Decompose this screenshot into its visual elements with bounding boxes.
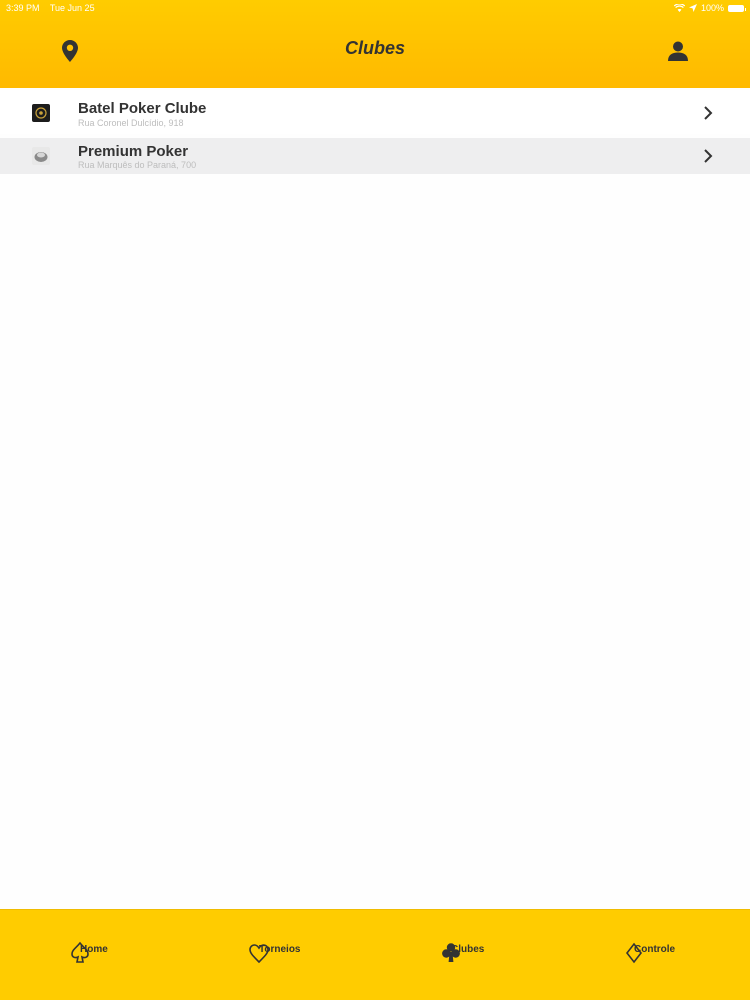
user-icon (668, 41, 688, 61)
status-time: 3:39 PM (6, 3, 40, 13)
club-list: Batel Poker Clube Rua Coronel Dulcídio, … (0, 90, 750, 174)
club-name: Batel Poker Clube (78, 100, 206, 117)
chevron-right-icon (700, 148, 716, 164)
tab-label: Torneios (259, 944, 300, 955)
club-address: Rua Marquês do Paraná, 700 (78, 160, 196, 170)
club-name: Premium Poker (78, 143, 188, 160)
club-address: Rua Coronel Dulcídio, 918 (78, 118, 184, 128)
club-row[interactable]: Batel Poker Clube Rua Coronel Dulcídio, … (0, 90, 750, 134)
tab-label: Controle (634, 944, 675, 955)
status-right: 100% (674, 0, 744, 16)
tab-label: Home (80, 944, 108, 955)
battery-percent: 100% (701, 0, 724, 16)
club-logo (32, 147, 50, 165)
club-emblem-icon (32, 104, 50, 122)
club-logo (32, 104, 50, 122)
battery-icon (728, 5, 744, 12)
wifi-icon (674, 4, 685, 12)
tab-bar: Home Torneios Clubes Controle (0, 909, 750, 1000)
location-arrow-icon (689, 4, 697, 12)
club-emblem-icon (32, 147, 50, 165)
club-row[interactable]: Premium Poker Rua Marquês do Paraná, 700 (0, 138, 750, 174)
status-date: Tue Jun 25 (50, 3, 95, 13)
screen: 3:39 PM Tue Jun 25 100% Clubes (0, 0, 750, 1000)
status-bar: 3:39 PM Tue Jun 25 100% (0, 0, 750, 16)
nav-header: 3:39 PM Tue Jun 25 100% Clubes (0, 0, 750, 88)
tab-label: Clubes (451, 944, 484, 955)
profile-button[interactable] (664, 38, 692, 64)
chevron-right-icon (700, 105, 716, 121)
status-left: 3:39 PM Tue Jun 25 (6, 0, 103, 16)
page-title: Clubes (0, 38, 750, 59)
